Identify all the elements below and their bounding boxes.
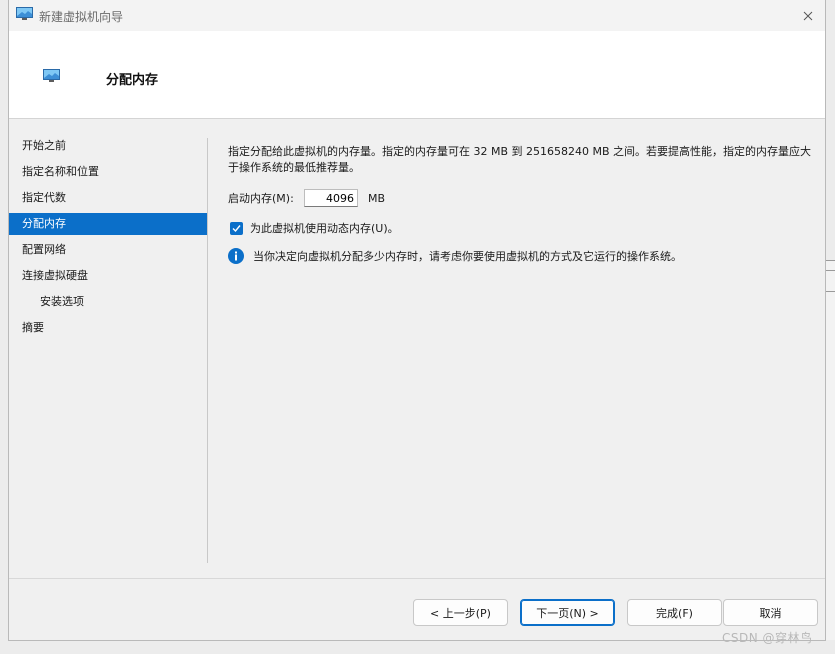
memory-unit-label: MB <box>368 191 386 205</box>
page-title: 分配内存 <box>106 73 159 88</box>
nav-item-before-you-begin[interactable]: 开始之前 <box>9 135 207 157</box>
previous-button[interactable]: < 上一步(P) <box>413 599 508 626</box>
new-vm-wizard-window: 新建虚拟机向导 分配内存 开始之前 指定名称和位置 指定代数 分配内存 配置网络… <box>8 0 826 641</box>
nav-item-connect-virtual-disk[interactable]: 连接虚拟硬盘 <box>9 265 207 287</box>
startup-memory-label: 启动内存(M): <box>228 192 294 205</box>
vm-monitor-icon <box>43 69 60 82</box>
nav-item-name-and-location[interactable]: 指定名称和位置 <box>9 161 207 183</box>
info-icon <box>228 248 244 264</box>
dynamic-memory-label[interactable]: 为此虚拟机使用动态内存(U)。 <box>250 220 399 236</box>
startup-memory-row: 启动内存(M): MB <box>228 187 385 209</box>
memory-description: 指定分配给此虚拟机的内存量。指定的内存量可在 32 MB 到 251658240… <box>228 145 812 174</box>
next-button[interactable]: 下一页(N) > <box>520 599 615 626</box>
memory-info-row: 当你决定向虚拟机分配多少内存时，请考虑你要使用虚拟机的方式及它运行的操作系统。 <box>228 248 682 264</box>
nav-item-configure-network[interactable]: 配置网络 <box>9 239 207 261</box>
window-title: 新建虚拟机向导 <box>39 10 124 24</box>
footer-divider <box>9 578 825 579</box>
cancel-button[interactable]: 取消 <box>723 599 818 626</box>
memory-info-text: 当你决定向虚拟机分配多少内存时，请考虑你要使用虚拟机的方式及它运行的操作系统。 <box>253 250 682 263</box>
checkmark-icon <box>232 224 241 232</box>
wizard-header: 分配内存 <box>9 31 825 119</box>
nav-item-installation-options[interactable]: 安装选项 <box>9 291 207 313</box>
close-button[interactable] <box>797 5 819 27</box>
dynamic-memory-row[interactable]: 为此虚拟机使用动态内存(U)。 <box>230 220 399 236</box>
finish-button[interactable]: 完成(F) <box>627 599 722 626</box>
nav-item-summary[interactable]: 摘要 <box>9 317 207 339</box>
dynamic-memory-checkbox[interactable] <box>230 221 243 235</box>
watermark: CSDN @穿林鸟 <box>722 631 813 645</box>
nav-item-generation[interactable]: 指定代数 <box>9 187 207 209</box>
title-bar[interactable]: 新建虚拟机向导 <box>9 0 825 31</box>
nav-divider <box>207 138 208 563</box>
memory-settings-panel: 指定分配给此虚拟机的内存量。指定的内存量可在 32 MB 到 251658240… <box>228 144 813 264</box>
close-icon <box>803 11 813 21</box>
wizard-steps-nav: 开始之前 指定名称和位置 指定代数 分配内存 配置网络 连接虚拟硬盘 安装选项 … <box>9 135 207 343</box>
startup-memory-input[interactable] <box>304 189 358 207</box>
nav-item-assign-memory[interactable]: 分配内存 <box>9 213 207 235</box>
vm-monitor-icon <box>16 7 33 20</box>
